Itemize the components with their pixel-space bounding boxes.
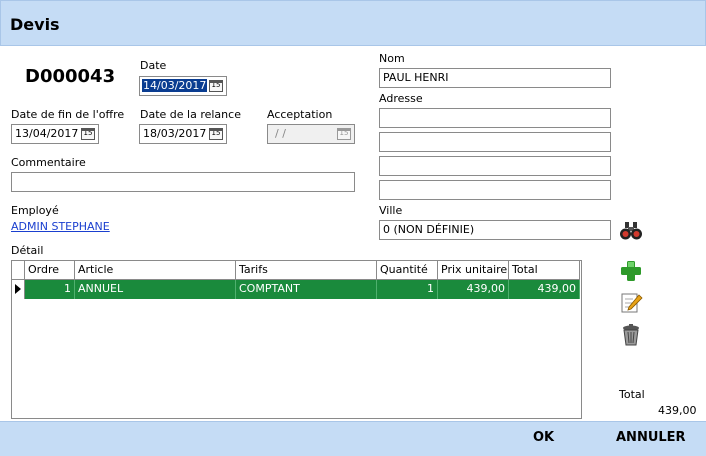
total-value: 439,00: [658, 404, 697, 417]
name-label: Nom: [379, 52, 405, 65]
detail-grid[interactable]: Ordre Article Tarifs Quantité Prix unita…: [11, 260, 582, 419]
column-header-tarifs[interactable]: Tarifs: [236, 261, 377, 280]
calendar-icon[interactable]: 15: [337, 128, 351, 140]
table-cell-quantite[interactable]: 1: [377, 280, 438, 299]
comment-field[interactable]: [11, 172, 355, 192]
window-title: Devis: [10, 15, 60, 34]
table-cell-article[interactable]: ANNUEL: [75, 280, 236, 299]
quote-number: D000043: [25, 66, 116, 87]
employee-label: Employé: [11, 204, 59, 217]
address-line-2[interactable]: [379, 132, 611, 152]
trash-icon[interactable]: [618, 322, 644, 348]
table-cell-prix[interactable]: 439,00: [438, 280, 509, 299]
city-field[interactable]: 0 (NON DÉFINIE): [379, 220, 611, 240]
calendar-icon[interactable]: 15: [81, 128, 95, 140]
row-selector-icon[interactable]: [12, 280, 25, 299]
calendar-icon[interactable]: 15: [209, 80, 223, 92]
offer-end-label: Date de fin de l'offre: [11, 108, 125, 121]
reminder-field[interactable]: 18/03/2017 15: [139, 124, 227, 144]
reminder-label: Date de la relance: [140, 108, 241, 121]
employee-link[interactable]: ADMIN STEPHANE: [11, 220, 110, 233]
name-field[interactable]: PAUL HENRI: [379, 68, 611, 88]
table-cell-tarifs[interactable]: COMPTANT: [236, 280, 377, 299]
address-line-3[interactable]: [379, 156, 611, 176]
table-cell-total[interactable]: 439,00: [509, 280, 580, 299]
comment-label: Commentaire: [11, 156, 86, 169]
column-header-ordre[interactable]: Ordre: [25, 261, 75, 280]
edit-icon[interactable]: [618, 290, 644, 316]
cancel-button[interactable]: ANNULER: [616, 430, 686, 445]
binoculars-icon[interactable]: [618, 218, 644, 244]
footer-bar: OK ANNULER: [0, 421, 706, 456]
address-label: Adresse: [379, 92, 423, 105]
column-header-article[interactable]: Article: [75, 261, 236, 280]
offer-end-field[interactable]: 13/04/2017 15: [11, 124, 99, 144]
address-line-1[interactable]: [379, 108, 611, 128]
date-value: 14/03/2017: [142, 79, 208, 92]
column-header-total[interactable]: Total: [509, 261, 580, 280]
add-icon[interactable]: [618, 258, 644, 284]
table-cell-ordre[interactable]: 1: [25, 280, 75, 299]
date-field[interactable]: 14/03/2017 15: [139, 76, 227, 96]
calendar-icon[interactable]: 15: [209, 128, 223, 140]
ok-button[interactable]: OK: [533, 430, 554, 445]
grid-corner: [12, 261, 25, 280]
acceptance-value: / /: [275, 127, 286, 140]
detail-label: Détail: [11, 244, 44, 257]
date-label: Date: [140, 59, 167, 72]
column-header-prix-unitaire[interactable]: Prix unitaire: [438, 261, 509, 280]
acceptance-field[interactable]: / / 15: [267, 124, 355, 144]
reminder-value: 18/03/2017: [143, 127, 207, 140]
title-bar: Devis: [0, 0, 706, 46]
total-label: Total: [619, 388, 645, 401]
city-label: Ville: [379, 204, 403, 217]
address-line-4[interactable]: [379, 180, 611, 200]
acceptance-label: Acceptation: [267, 108, 333, 121]
offer-end-value: 13/04/2017: [15, 127, 79, 140]
column-header-quantite[interactable]: Quantité: [377, 261, 438, 280]
